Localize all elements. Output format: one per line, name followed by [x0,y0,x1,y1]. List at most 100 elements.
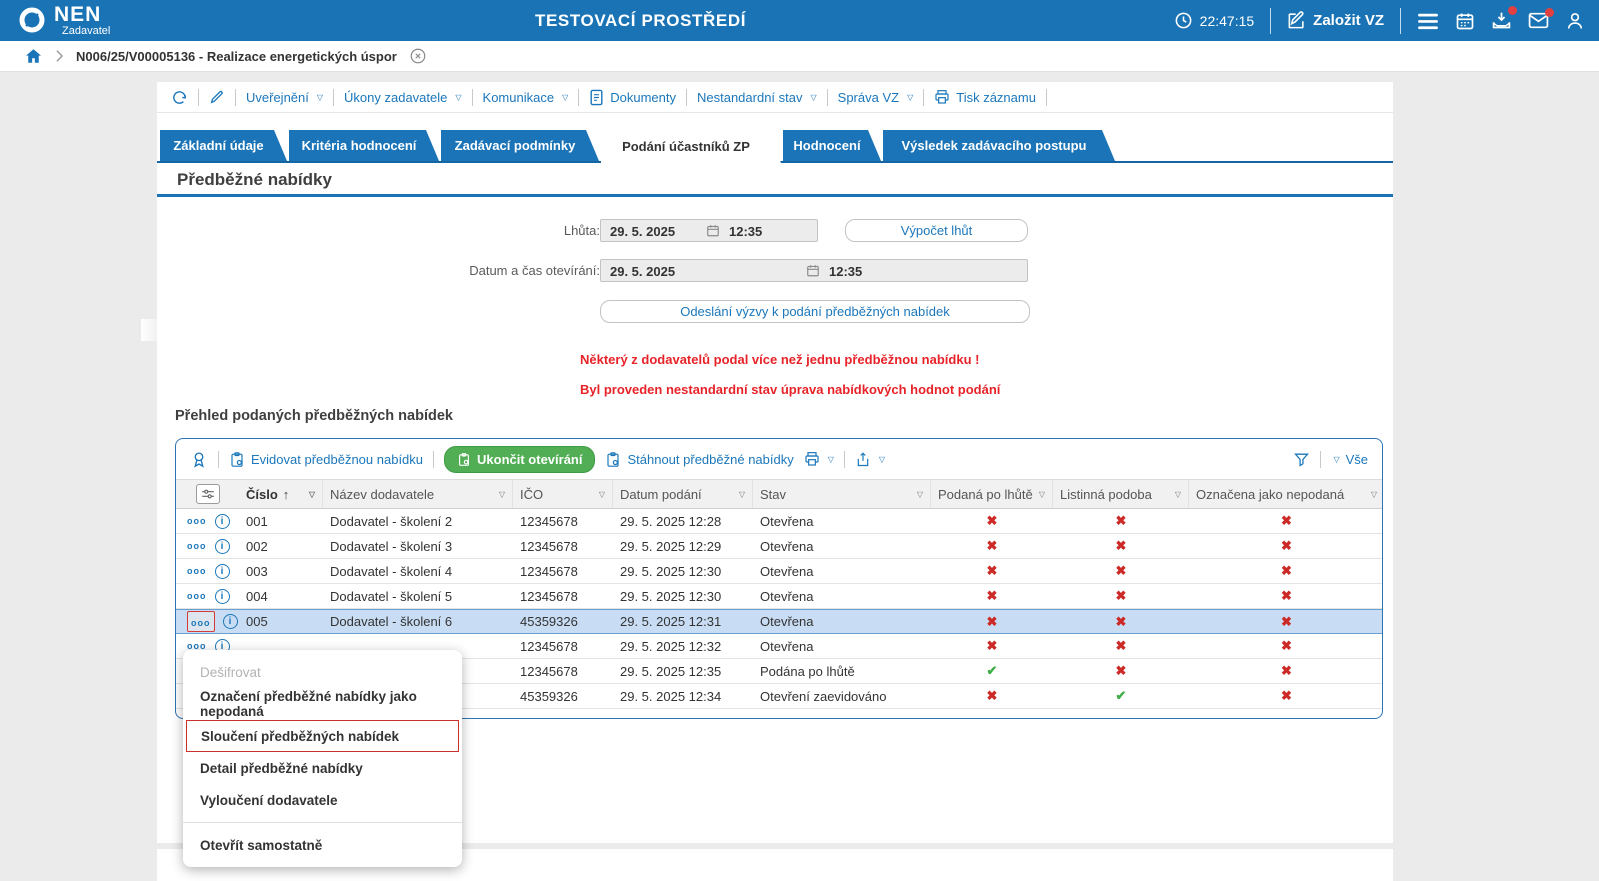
home-icon[interactable] [24,47,43,65]
table-row[interactable]: oooi 002 Dodavatel - školení 3 12345678 … [176,534,1382,559]
info-icon[interactable]: i [215,564,230,579]
lhuta-time-value[interactable]: 12:35 [729,224,762,239]
column-filter-icon[interactable]: ▽ [499,490,505,499]
menu-dokumenty[interactable]: Dokumenty [589,89,676,106]
column-header-datum[interactable]: Datum podání▽ [613,480,753,508]
otevirani-field[interactable]: 29. 5. 2025 12:35 [600,259,1028,282]
info-icon[interactable]: i [215,539,230,554]
view-all-label: Vše [1346,452,1368,467]
create-vz-button[interactable]: Založit VZ [1287,11,1384,30]
table-export-button[interactable]: ▽ [855,451,885,468]
refresh-button[interactable] [171,89,188,106]
menu-komunikace[interactable]: Komunikace▽ [483,90,569,105]
toolbar-divider [827,89,828,106]
tab-zadavaci-podminky[interactable]: Zadávací podmínky [441,130,599,161]
menu-item-otevrit-samostatne[interactable]: Otevřít samostatně [183,829,462,861]
column-filter-icon[interactable]: ▽ [1039,490,1045,499]
tab-hodnoceni[interactable]: Hodnocení [783,130,881,161]
evidovat-nabidku-button[interactable]: Evidovat předběžnou nabídku [229,451,423,468]
column-header-nepodana[interactable]: Označena jako nepodaná▽ [1189,480,1383,508]
menu-nestandardni-stav[interactable]: Nestandardní stav▽ [697,90,817,105]
info-icon[interactable]: i [215,589,230,604]
cell-ico: 12345678 [513,539,613,554]
table-row[interactable]: oooi 001 Dodavatel - školení 2 12345678 … [176,509,1382,534]
menu-item-oznaceni-nepodana[interactable]: Označení předběžné nabídky jako nepodaná [183,688,462,720]
vypocet-lhut-button[interactable]: Výpočet lhůt [845,219,1028,242]
menu-item-slouceni-nabidek[interactable]: Sloučení předběžných nabídek [186,720,459,752]
calendar-icon[interactable] [806,263,820,278]
column-filter-icon[interactable]: ▽ [917,490,923,499]
column-label: IČO [520,487,543,502]
evidovat-label: Evidovat předběžnou nabídku [251,452,423,467]
column-header-ico[interactable]: IČO ▽ [513,480,613,508]
user-profile-button[interactable] [1565,11,1585,31]
menu-tisk-zaznamu[interactable]: Tisk záznamu [934,89,1036,105]
messages-button[interactable] [1528,12,1549,29]
stahnout-nabidky-button[interactable]: Stáhnout předběžné nabídky [605,451,793,468]
table-row[interactable]: oooi 004 Dodavatel - školení 5 12345678 … [176,584,1382,609]
info-icon[interactable]: i [215,514,230,529]
odeslani-vyzvy-button[interactable]: Odeslání výzvy k podání předběžných nabí… [600,300,1030,323]
table-print-button[interactable]: ▽ [804,451,834,467]
table-section-title: Přehled podaných předběžných nabídek [175,408,453,424]
otevirani-time-value[interactable]: 12:35 [829,264,862,279]
tab-vysledek-postupu[interactable]: Výsledek zadávacího postupu [883,130,1115,161]
row-actions-icon[interactable]: ooo [191,618,211,628]
main-menu-button[interactable] [1417,12,1439,30]
inbox-button[interactable] [1491,10,1512,31]
column-header-stav[interactable]: Stav▽ [753,480,931,508]
menu-item-vylouceni-dodavatele[interactable]: Vyloučení dodavatele [183,784,462,816]
column-header-listinna[interactable]: Listinná podoba ▽ [1053,480,1189,508]
cell-ico: 12345678 [513,639,613,654]
cell-stav: Otevření zaevidováno [753,689,931,704]
column-filter-icon[interactable]: ▽ [739,490,745,499]
tab-zakladni-udaje[interactable]: Základní údaje [160,130,287,161]
close-record-icon[interactable] [409,47,427,65]
filter-button[interactable] [1293,451,1310,468]
create-vz-label: Založit VZ [1313,12,1384,29]
column-label: Listinná podoba [1060,487,1152,502]
person-icon [1565,11,1585,31]
menu-item-detail-nabidky[interactable]: Detail předběžné nabídky [183,752,462,784]
breadcrumb-item[interactable]: N006/25/V00005136 - Realizace energetick… [76,49,397,64]
lhuta-field[interactable]: 29. 5. 2025 12:35 [600,219,818,242]
tab-kriteria-hodnoceni[interactable]: Kritéria hodnocení [289,130,439,161]
column-filter-icon[interactable]: ▽ [599,490,605,499]
column-label: Číslo [246,487,278,502]
sort-asc-icon[interactable]: ↑ [283,487,290,502]
otevirani-date-value[interactable]: 29. 5. 2025 [610,264,675,279]
messages-notification-badge [1545,8,1554,17]
row-actions-active-box[interactable]: ooo [187,611,215,632]
calendar-button[interactable] [1455,11,1475,31]
menu-sprava-vz[interactable]: Správa VZ▽ [838,90,914,105]
row-actions-icon[interactable]: ooo [187,542,207,551]
tab-podani-ucastniku[interactable]: Podání účastníků ZP [601,130,781,163]
ukoncit-otevirani-button[interactable]: Ukončit otevírání [444,446,595,473]
column-filter-icon[interactable]: ▽ [1175,490,1181,499]
column-header-cislo[interactable]: Číslo ↑ ▽ [239,480,323,508]
column-header-po-lhute[interactable]: Podaná po lhůtě▽ [931,480,1053,508]
lhuta-date-value[interactable]: 29. 5. 2025 [610,224,675,239]
status-mark: ✖ [987,563,998,579]
row-context-menu: Dešifrovat Označení předběžné nabídky ja… [183,650,462,867]
award-button[interactable] [190,450,208,469]
column-settings-button[interactable] [176,480,239,508]
info-icon[interactable]: i [223,614,238,629]
row-actions-icon[interactable]: ooo [187,567,207,576]
column-header-nazev[interactable]: Název dodavatele▽ [323,480,513,508]
row-actions-icon[interactable]: ooo [187,517,207,526]
calendar-icon[interactable] [706,223,720,238]
menu-uverejneni[interactable]: Uveřejnění▽ [246,90,323,105]
table-row-selected[interactable]: oooi 005 Dodavatel - školení 6 45359326 … [176,609,1382,634]
edit-record-button[interactable] [209,89,225,105]
logo-subtitle: Zadavatel [62,26,110,37]
column-filter-icon[interactable]: ▽ [1371,490,1377,499]
column-filter-icon[interactable]: ▽ [309,490,315,499]
panel-handle[interactable] [141,319,157,341]
table-row[interactable]: oooi 003 Dodavatel - školení 4 12345678 … [176,559,1382,584]
row-actions-icon[interactable]: ooo [187,592,207,601]
cell-ico: 12345678 [513,564,613,579]
view-all-dropdown[interactable]: ▽ Vše [1331,452,1368,467]
nen-logo[interactable]: NEN Zadavatel [18,4,110,37]
menu-ukony-zadavatele[interactable]: Úkony zadavatele▽ [344,90,462,105]
